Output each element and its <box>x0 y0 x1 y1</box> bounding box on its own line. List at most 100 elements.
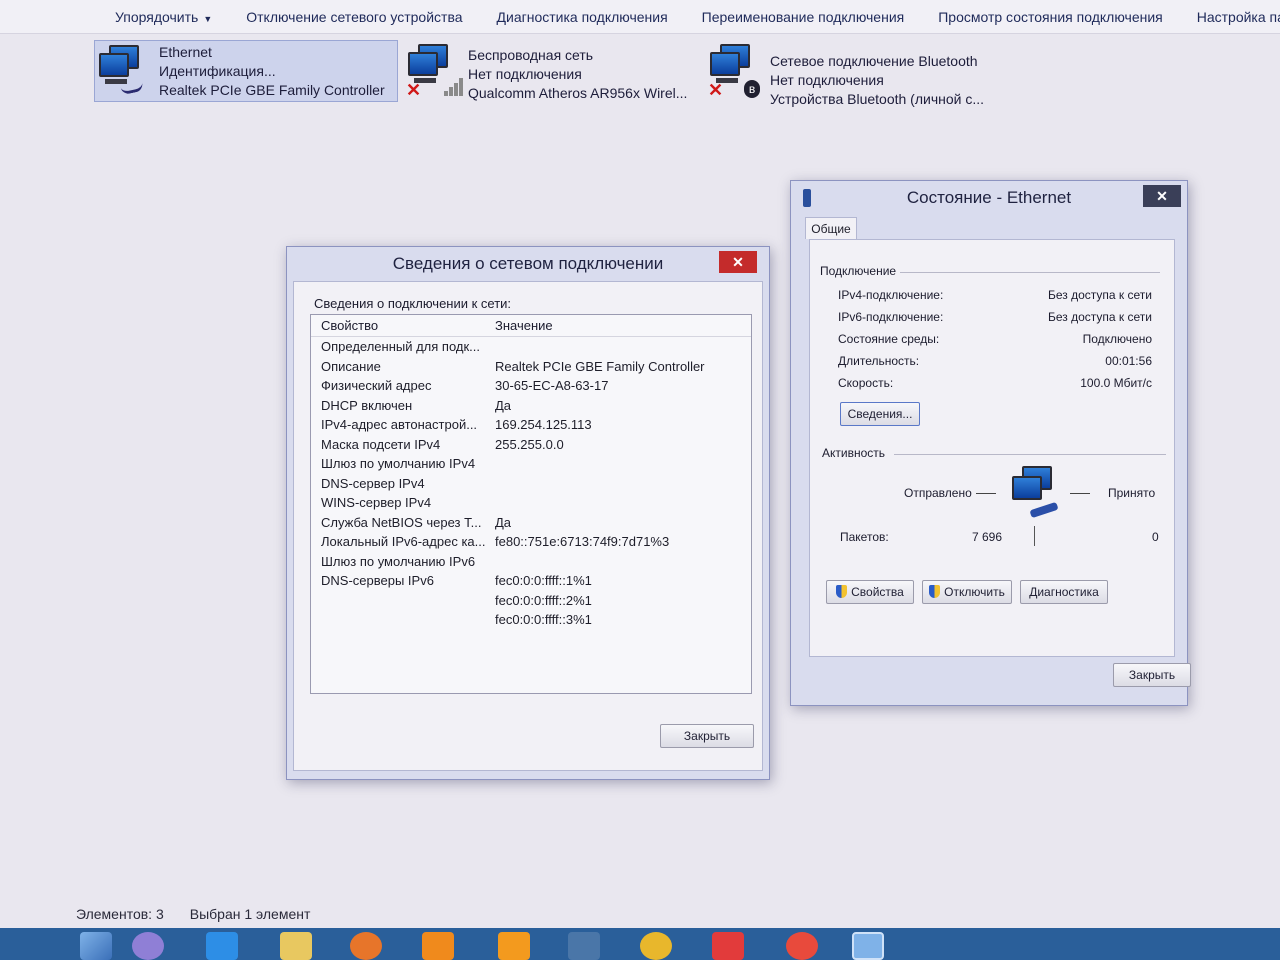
uac-shield-icon <box>929 585 941 598</box>
odnoklassniki-icon[interactable] <box>498 932 530 960</box>
table-row[interactable]: DNS-серверы IPv6 fec0:0:0:ffff::1%1 <box>311 571 751 591</box>
diagnose-button[interactable]: Диагностика <box>1020 580 1108 604</box>
duration-value: 00:01:56 <box>1105 354 1152 368</box>
status-bar: Элементов: 3 Выбран 1 элемент <box>76 906 310 922</box>
adapter-ethernet[interactable]: Ethernet Идентификация... Realtek PCIe G… <box>94 40 398 102</box>
details-button[interactable]: Сведения... <box>840 402 920 426</box>
row-value: 30-65-EC-A8-63-17 <box>495 378 609 394</box>
disable-button[interactable]: Отключить <box>922 580 1012 604</box>
network-adapter-icon <box>95 41 159 101</box>
row-value: Да <box>495 397 512 413</box>
file-explorer-icon[interactable] <box>280 932 312 960</box>
chrome-icon[interactable] <box>640 932 672 960</box>
dialog-title: Сведения о сетевом подключении <box>392 254 664 273</box>
adapter-device: Realtek PCIe GBE Family Controller <box>159 82 385 98</box>
properties-button[interactable]: Свойства <box>826 580 914 604</box>
table-row[interactable]: Локальный IPv6-адрес ка... fe80::751e:671… <box>311 532 751 552</box>
command-bar: Упорядочить ▼ Отключение сетевого устройс… <box>0 0 1280 34</box>
rename-button[interactable]: Переименование подключения <box>685 9 922 25</box>
ipv6-value: Без доступа к сети <box>1048 310 1152 324</box>
packets-received-value: 0 <box>1152 530 1159 544</box>
browser-e-icon[interactable] <box>422 932 454 960</box>
adapter-status: Нет подключения <box>770 72 884 88</box>
settings-button[interactable]: Настройка па <box>1180 9 1280 25</box>
connection-details-dialog: Сведения о сетевом подключении ✕ Сведени… <box>286 246 770 780</box>
wireless-adapter-icon: ✕ <box>404 40 468 100</box>
disable-device-button[interactable]: Отключение сетевого устройства <box>229 9 479 25</box>
firefox-icon[interactable] <box>350 932 382 960</box>
row-value: fec0:0:0:ffff::3%1 <box>495 612 592 628</box>
dialog-titlebar[interactable]: Сведения о сетевом подключении ✕ <box>287 247 769 281</box>
bluetooth-adapter-icon: ✕ ʙ <box>706 40 770 100</box>
table-row[interactable]: DNS-сервер IPv4 <box>311 474 751 494</box>
close-button[interactable]: Закрыть <box>1113 663 1191 687</box>
details-label: Сведения о подключении к сети: <box>314 296 512 311</box>
selected-count: Выбран 1 элемент <box>189 906 311 922</box>
ipv6-label: IPv6-подключение: <box>838 310 944 324</box>
bluetooth-icon: ʙ <box>744 80 760 98</box>
row-property: WINS-сервер IPv4 <box>321 495 432 511</box>
column-property[interactable]: Свойство <box>311 318 487 333</box>
network-connections-icon[interactable] <box>852 932 884 960</box>
table-row[interactable]: IPv4-адрес автонастрой... 169.254.125.113 <box>311 415 751 435</box>
row-value: Realtek PCIe GBE Family Controller <box>495 358 705 374</box>
table-row[interactable]: Определенный для подк... <box>311 337 751 357</box>
adapter-status: Нет подключения <box>468 66 582 82</box>
ethernet-status-window: Состояние - Ethernet ✕ Общие Подключение… <box>790 180 1191 706</box>
row-property: Локальный IPv6-адрес ка... <box>321 534 486 550</box>
ipv4-label: IPv4-подключение: <box>838 288 944 302</box>
yandex-browser-icon[interactable] <box>786 932 818 960</box>
section-connection: Подключение <box>820 264 897 278</box>
media-state-label: Состояние среды: <box>838 332 940 346</box>
packets-sent-value: 7 696 <box>972 530 1003 544</box>
adapter-name: Беспроводная сеть <box>468 47 594 63</box>
organize-menu[interactable]: Упорядочить ▼ <box>98 9 229 25</box>
yandex-icon[interactable] <box>712 932 744 960</box>
table-row[interactable]: Служба NetBIOS через Т... Да <box>311 513 751 533</box>
search-icon[interactable] <box>132 932 164 960</box>
disconnected-x-icon: ✕ <box>406 80 422 100</box>
internet-explorer-icon[interactable] <box>206 932 238 960</box>
duration-label: Длительность: <box>838 354 920 368</box>
close-icon[interactable]: ✕ <box>1143 185 1181 207</box>
tab-general[interactable]: Общие <box>805 217 857 239</box>
row-value: Да <box>495 514 512 530</box>
row-value: fec0:0:0:ffff::2%1 <box>495 592 592 608</box>
speed-label: Скорость: <box>838 376 894 390</box>
received-label: Принято <box>1108 486 1156 500</box>
divider <box>894 454 1166 455</box>
table-row[interactable]: fec0:0:0:ffff::2%1 <box>311 591 751 611</box>
close-icon[interactable]: ✕ <box>719 251 757 273</box>
table-row[interactable]: WINS-сервер IPv4 <box>311 493 751 513</box>
adapter-bluetooth[interactable]: ✕ ʙ Сетевое подключение Bluetooth Нет по… <box>706 40 1006 107</box>
row-property: DHCP включен <box>321 397 413 413</box>
table-row[interactable]: Шлюз по умолчанию IPv4 <box>311 454 751 474</box>
items-count: Элементов: 3 <box>76 906 164 922</box>
table-row[interactable]: Физический адрес 30-65-EC-A8-63-17 <box>311 376 751 396</box>
table-row[interactable]: Шлюз по умолчанию IPv6 <box>311 552 751 572</box>
diagnose-button[interactable]: Диагностика подключения <box>480 9 685 25</box>
close-button[interactable]: Закрыть <box>660 724 754 748</box>
table-row[interactable]: fec0:0:0:ffff::3%1 <box>311 610 751 630</box>
row-property: Физический адрес <box>321 378 432 394</box>
packets-label: Пакетов: <box>840 530 889 544</box>
window-titlebar[interactable]: Состояние - Ethernet ✕ <box>791 181 1187 215</box>
details-list[interactable]: Свойство Значение Определенный для подк.… <box>310 314 752 694</box>
media-state-value: Подключено <box>1082 332 1152 346</box>
tab-panel: Подключение IPv4-подключение: Без доступ… <box>809 239 1175 657</box>
signal-bars-icon <box>444 76 464 96</box>
column-value[interactable]: Значение <box>487 318 553 333</box>
table-row[interactable]: DHCP включен Да <box>311 396 751 416</box>
table-row[interactable]: Описание Realtek PCIe GBE Family Controll… <box>311 357 751 377</box>
table-row[interactable]: Маска подсети IPv4 255.255.0.0 <box>311 435 751 455</box>
uac-shield-icon <box>836 585 848 598</box>
taskbar <box>0 928 1280 960</box>
received-line <box>1070 493 1090 494</box>
row-property: DNS-сервер IPv4 <box>321 475 425 491</box>
view-status-button[interactable]: Просмотр состояния подключения <box>921 9 1180 25</box>
vk-icon[interactable] <box>568 932 600 960</box>
network-activity-icon <box>1008 466 1068 519</box>
adapter-wireless[interactable]: ✕ Беспроводная сеть Нет подключения Qual… <box>404 40 704 102</box>
list-rows: Определенный для подк... Описание Realtek … <box>311 337 751 630</box>
start-icon[interactable] <box>80 932 112 960</box>
